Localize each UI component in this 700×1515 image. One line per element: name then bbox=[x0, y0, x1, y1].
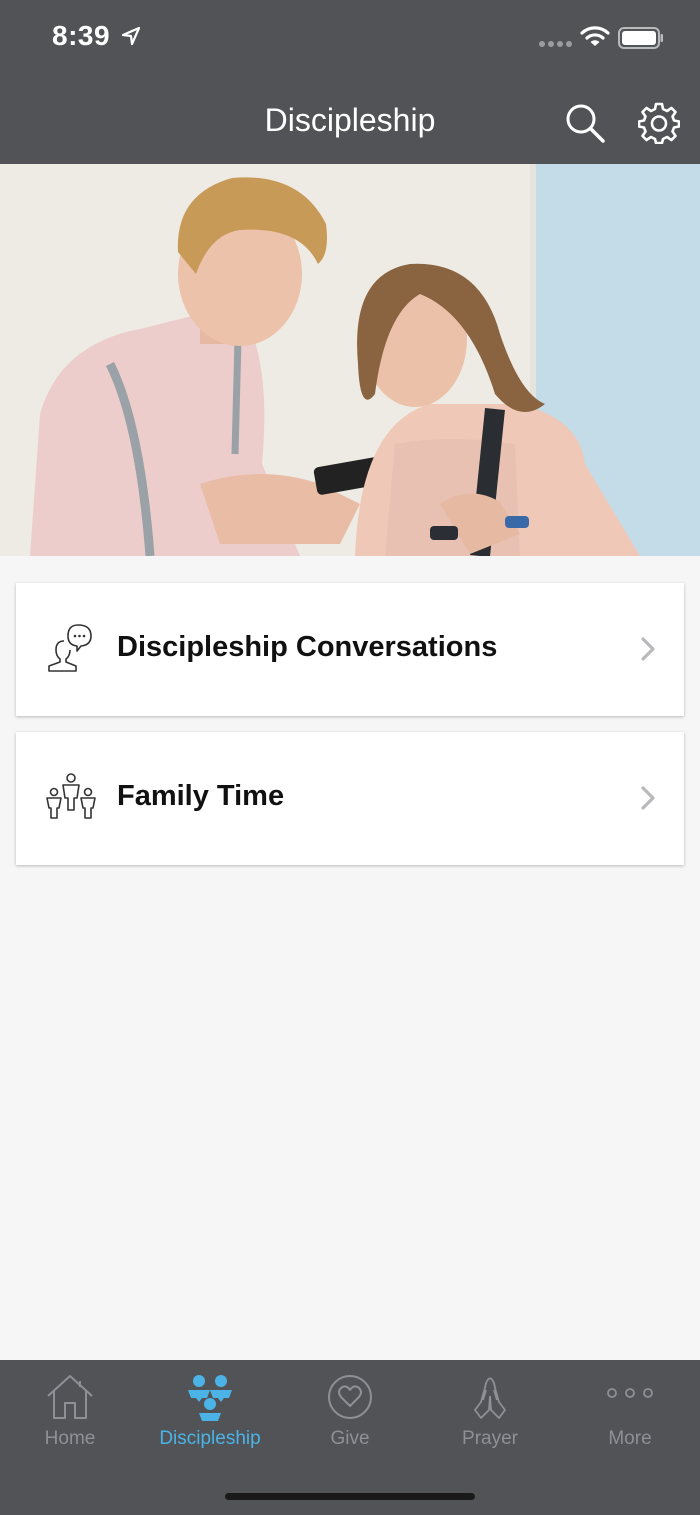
praying-hands-icon bbox=[474, 1377, 506, 1419]
menu-item-discipleship-conversations[interactable]: Discipleship Conversations bbox=[16, 583, 684, 716]
location-arrow-icon bbox=[121, 26, 141, 46]
cellular-signal-icon bbox=[539, 41, 572, 47]
search-icon[interactable] bbox=[564, 102, 606, 144]
conversation-icon bbox=[48, 624, 92, 672]
home-indicator[interactable] bbox=[225, 1493, 475, 1500]
tab-prayer[interactable]: Prayer bbox=[420, 1360, 560, 1470]
discipleship-icon bbox=[188, 1375, 232, 1421]
chevron-right-icon bbox=[641, 637, 655, 661]
tab-give[interactable]: Give bbox=[280, 1360, 420, 1470]
tab-discipleship[interactable]: Discipleship bbox=[140, 1360, 280, 1470]
tab-label: Give bbox=[330, 1428, 370, 1449]
battery-icon bbox=[618, 27, 663, 49]
tab-label: Prayer bbox=[462, 1428, 518, 1449]
status-time: 8:39 bbox=[52, 20, 111, 51]
discipleship-screen: 8:39 Discipleship Discipleship Conversat… bbox=[0, 0, 700, 1515]
more-dots-icon bbox=[607, 1388, 653, 1398]
tab-home[interactable]: Home bbox=[0, 1360, 140, 1470]
menu-item-label: Family Time bbox=[117, 780, 285, 812]
tab-label: Home bbox=[44, 1428, 96, 1449]
tab-label: More bbox=[608, 1428, 652, 1449]
gear-icon[interactable] bbox=[638, 102, 680, 144]
hero-photo bbox=[0, 164, 700, 556]
home-icon bbox=[47, 1375, 93, 1419]
top-bar: 8:39 Discipleship bbox=[0, 0, 700, 164]
heart-icon bbox=[328, 1375, 372, 1419]
tab-bar: Home Discipleship Give Prayer More bbox=[0, 1360, 700, 1515]
tab-more[interactable]: More bbox=[560, 1360, 700, 1470]
menu-item-label: Discipleship Conversations bbox=[117, 631, 498, 663]
wifi-icon bbox=[580, 26, 610, 46]
menu-item-family-time[interactable]: Family Time bbox=[16, 732, 684, 865]
chevron-right-icon bbox=[641, 786, 655, 810]
tab-label: Discipleship bbox=[159, 1428, 261, 1449]
family-icon bbox=[46, 773, 96, 819]
